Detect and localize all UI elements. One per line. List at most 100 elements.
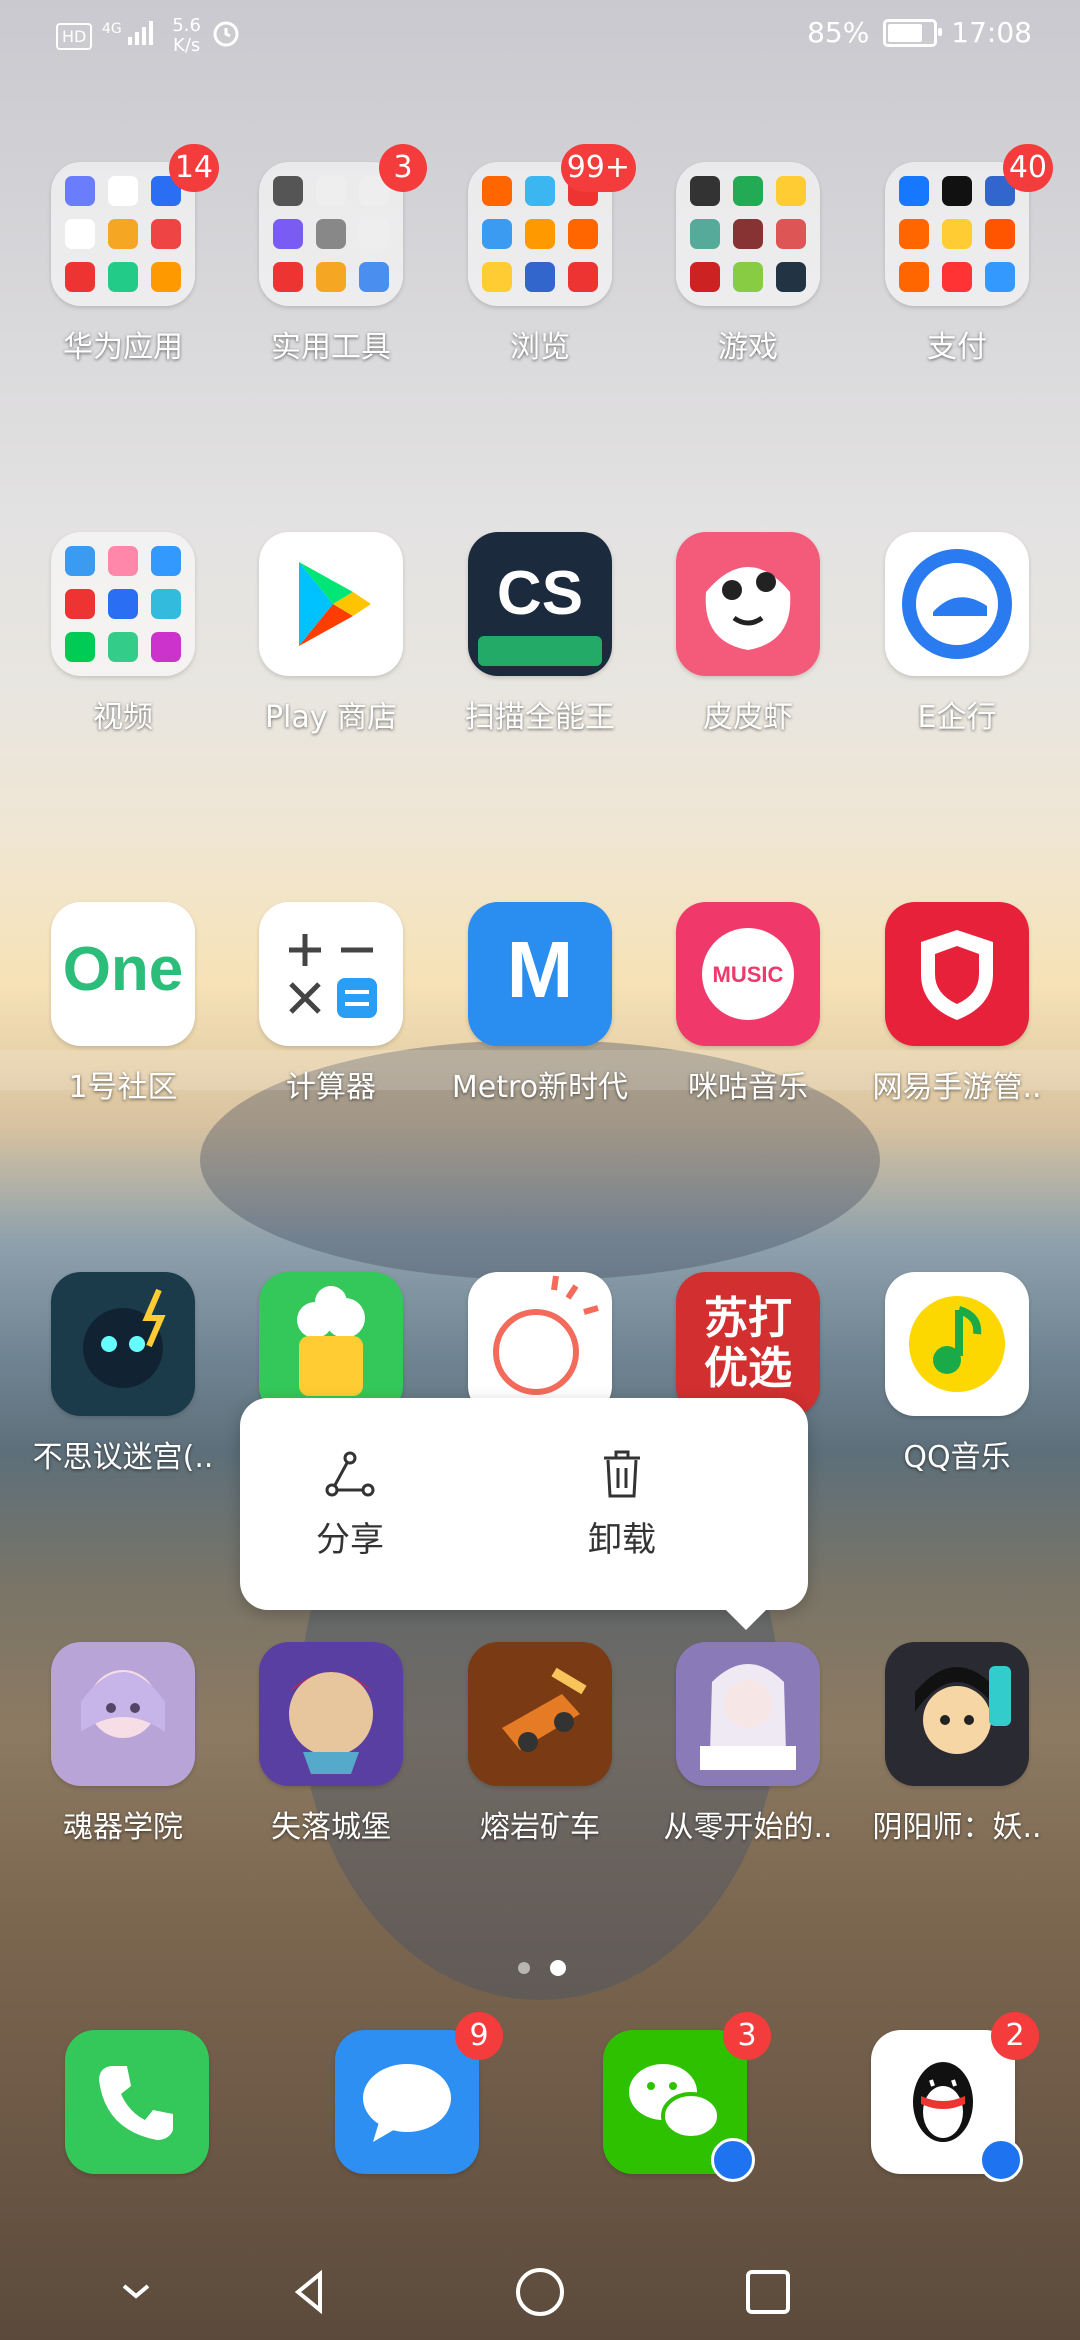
alarm-icon — [211, 18, 241, 54]
app-qq-music[interactable]: QQ音乐 — [862, 1272, 1052, 1476]
badge-count: 3 — [723, 2012, 771, 2060]
netease-games-icon — [885, 902, 1029, 1046]
app-label: 失落城堡 — [271, 1810, 391, 1845]
app-tools[interactable]: 3 实用工具 — [236, 144, 427, 366]
migu-logo-text: MUSIC — [712, 962, 784, 987]
app-payment[interactable]: 40 支付 — [862, 144, 1053, 366]
signal-icon: 4G — [102, 19, 162, 53]
app-label: 华为应用 — [63, 330, 183, 365]
network-speed: 5.6 K/s — [172, 16, 201, 56]
browse-folder-icon: 99+ — [468, 144, 636, 306]
dock-wechat[interactable]: 3 — [580, 2012, 771, 2182]
uninstall-menu-item[interactable]: 卸载 — [512, 1446, 732, 1561]
e-qixing-icon — [885, 532, 1029, 676]
play-store-icon — [259, 532, 403, 676]
page-indicator — [518, 1960, 566, 1976]
popcorn-game-icon — [259, 1272, 403, 1416]
app-browse[interactable]: 99+ 浏览 — [445, 144, 636, 366]
pipixia-icon — [676, 532, 820, 676]
rezero-game-icon — [676, 1642, 820, 1786]
badge-count: 2 — [991, 2012, 1039, 2060]
dock-messages[interactable]: 9 — [312, 2012, 503, 2174]
lava-minecart-icon — [468, 1642, 612, 1786]
video-folder-icon — [51, 532, 195, 676]
dock: 9 3 2 — [0, 2012, 1080, 2182]
home-icon[interactable] — [510, 2262, 570, 2322]
app-onmyoji[interactable]: 阴阳师：妖.. — [862, 1642, 1052, 1846]
badge-count: 3 — [379, 144, 427, 192]
qq-music-icon — [885, 1272, 1029, 1416]
battery-icon — [883, 18, 943, 47]
app-migu-music[interactable]: MUSIC 咪咕音乐 — [653, 902, 843, 1106]
app-metro[interactable]: M Metro新时代 — [445, 902, 635, 1106]
back-icon[interactable] — [280, 2262, 340, 2322]
page-dot[interactable] — [518, 1962, 530, 1974]
app-label: 浏览 — [510, 330, 570, 365]
recents-icon[interactable] — [738, 2262, 798, 2322]
app-video[interactable]: 视频 — [28, 532, 218, 736]
app-calculator[interactable]: 计算器 — [236, 902, 426, 1106]
app-label: 网易手游管.. — [872, 1070, 1042, 1105]
uninstall-label: 卸载 — [588, 1520, 656, 1560]
network-type: 4G — [102, 21, 122, 37]
share-icon — [325, 1451, 375, 1497]
page-dot-active[interactable] — [550, 1960, 566, 1976]
app-pipixia[interactable]: 皮皮虾 — [653, 532, 843, 736]
app-rezero-game[interactable]: 从零开始的.. — [653, 1642, 843, 1846]
app-netease-games[interactable]: 网易手游管.. — [862, 902, 1052, 1106]
network-speed-value: 5.6 — [172, 15, 201, 36]
dock-qq[interactable]: 2 — [848, 2012, 1039, 2182]
badge-count: 99+ — [560, 144, 636, 192]
phone-icon — [65, 2030, 209, 2174]
metro-icon: M — [468, 902, 612, 1046]
network-speed-unit: K/s — [173, 35, 201, 56]
payment-folder-icon: 40 — [885, 144, 1053, 306]
app-label: 计算器 — [286, 1070, 376, 1105]
verified-shield-icon — [711, 2138, 755, 2182]
dock-phone[interactable] — [42, 2030, 232, 2174]
app-one-community[interactable]: One 1号社区 — [28, 902, 218, 1106]
app-camscanner[interactable]: CS 扫描全能王 — [445, 532, 635, 736]
wechat-icon: 3 — [603, 2012, 771, 2182]
verified-shield-icon — [979, 2138, 1023, 2182]
huawei-apps-folder-icon: 14 — [51, 144, 219, 306]
app-label: 不思议迷宫(.. — [32, 1440, 214, 1475]
calculator-icon — [259, 902, 403, 1046]
app-e-qixing[interactable]: E企行 — [862, 532, 1052, 736]
messages-icon: 9 — [335, 2012, 503, 2174]
sun-app-icon — [468, 1272, 612, 1416]
app-label: 从零开始的.. — [663, 1810, 833, 1845]
app-label: 实用工具 — [271, 330, 391, 365]
camscanner-icon: CS — [468, 532, 612, 676]
app-label: 视频 — [93, 700, 153, 735]
suda-logo-text: 苏打优选 — [704, 1293, 792, 1394]
maze-game-icon — [51, 1272, 195, 1416]
app-play-store[interactable]: Play 商店 — [236, 532, 426, 736]
camscanner-logo-text: CS — [496, 559, 584, 628]
collapse-icon[interactable] — [106, 2262, 166, 2322]
badge-count: 9 — [455, 2012, 503, 2060]
app-context-menu: 分享 卸载 — [240, 1398, 808, 1630]
app-lost-castle[interactable]: 失落城堡 — [236, 1642, 426, 1846]
app-lava-minecart[interactable]: 熔岩矿车 — [445, 1642, 635, 1846]
app-label: Play 商店 — [264, 700, 398, 735]
share-menu-item[interactable]: 分享 — [240, 1446, 460, 1561]
trash-icon — [604, 1450, 640, 1498]
one-community-logo-text: One — [62, 935, 184, 1004]
app-maze-game[interactable]: 不思议迷宫(.. — [28, 1272, 218, 1476]
app-games[interactable]: 游戏 — [653, 162, 843, 366]
app-label: 扫描全能王 — [465, 700, 615, 735]
one-community-icon: One — [51, 902, 195, 1046]
app-label: QQ音乐 — [903, 1440, 1011, 1475]
hunqi-academy-icon — [51, 1642, 195, 1786]
app-label: 游戏 — [718, 330, 778, 365]
navigation-bar — [0, 2240, 1080, 2340]
app-label: 熔岩矿车 — [480, 1810, 600, 1845]
app-huawei-apps[interactable]: 14 华为应用 — [28, 144, 219, 366]
hd-indicator: HD — [56, 22, 93, 50]
app-label: 咪咕音乐 — [688, 1070, 808, 1105]
battery-percent: 85% — [807, 16, 870, 49]
migu-music-icon: MUSIC — [676, 902, 820, 1046]
app-hunqi-academy[interactable]: 魂器学院 — [28, 1642, 218, 1846]
qq-icon: 2 — [871, 2012, 1039, 2182]
